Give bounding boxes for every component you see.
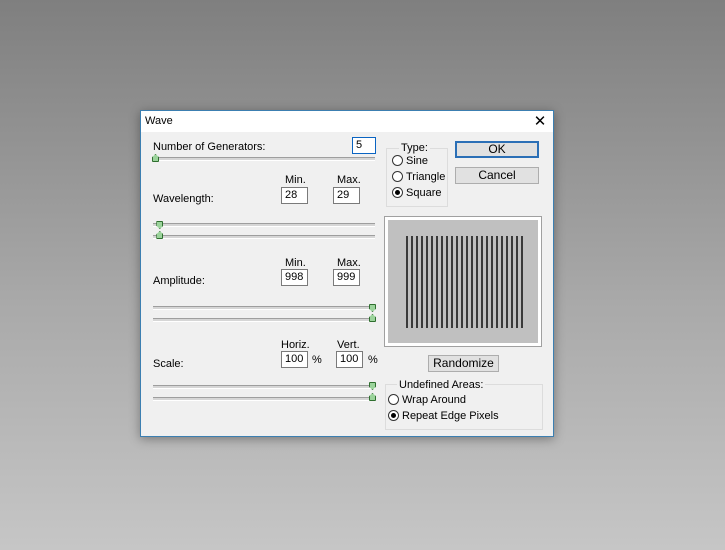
type-square-label[interactable]: Square bbox=[406, 187, 441, 199]
amplitude-min-slider-track[interactable] bbox=[153, 306, 375, 310]
wrap-around-label[interactable]: Wrap Around bbox=[402, 394, 466, 406]
wavelength-max-slider-thumb[interactable] bbox=[156, 231, 164, 239]
scale-vert-slider-track[interactable] bbox=[153, 397, 375, 401]
wavelength-label: Wavelength: bbox=[153, 193, 214, 205]
generators-input[interactable]: 5 bbox=[352, 137, 376, 154]
wavelength-min-input[interactable]: 28 bbox=[281, 187, 308, 204]
close-icon[interactable]: ✕ bbox=[532, 112, 548, 130]
wavelength-max-slider-track[interactable] bbox=[153, 235, 375, 239]
type-triangle-radio[interactable] bbox=[392, 171, 403, 182]
ok-button[interactable]: OK bbox=[455, 141, 539, 158]
type-sine-label[interactable]: Sine bbox=[406, 155, 428, 167]
amplitude-max-input[interactable]: 999 bbox=[333, 269, 360, 286]
type-label: Type: bbox=[399, 142, 430, 154]
amplitude-max-slider-thumb[interactable] bbox=[369, 314, 376, 322]
scale-vert-label: Vert. bbox=[337, 339, 360, 351]
amplitude-max-label: Max. bbox=[337, 257, 361, 269]
preview-square-wave-stripes bbox=[406, 236, 525, 328]
title-bar[interactable]: Wave ✕ bbox=[141, 111, 553, 132]
scale-label: Scale: bbox=[153, 358, 184, 370]
generators-slider-thumb[interactable] bbox=[152, 154, 159, 162]
scale-horiz-percent: % bbox=[312, 354, 322, 366]
wavelength-min-label: Min. bbox=[285, 174, 306, 186]
wavelength-min-slider-thumb[interactable] bbox=[156, 221, 164, 229]
scale-vert-percent: % bbox=[368, 354, 378, 366]
type-triangle-label[interactable]: Triangle bbox=[406, 171, 445, 183]
scale-vert-input[interactable]: 100 bbox=[336, 351, 363, 368]
randomize-button[interactable]: Randomize bbox=[428, 355, 499, 372]
dialog-title: Wave bbox=[145, 115, 173, 127]
cancel-button[interactable]: Cancel bbox=[455, 167, 539, 184]
amplitude-min-slider-thumb[interactable] bbox=[369, 304, 376, 312]
scale-horiz-label: Horiz. bbox=[281, 339, 310, 351]
type-square-radio[interactable] bbox=[392, 187, 403, 198]
preview-background bbox=[388, 220, 538, 343]
wavelength-min-slider-track[interactable] bbox=[153, 223, 375, 227]
scale-vert-slider-thumb[interactable] bbox=[369, 393, 376, 401]
undefined-areas-label: Undefined Areas: bbox=[397, 379, 486, 391]
amplitude-max-slider-track[interactable] bbox=[153, 318, 375, 322]
repeat-edge-pixels-label[interactable]: Repeat Edge Pixels bbox=[402, 410, 499, 422]
amplitude-min-input[interactable]: 998 bbox=[281, 269, 308, 286]
wave-dialog: Wave ✕ Number of Generators: 5 Min. Max.… bbox=[140, 110, 554, 437]
scale-horiz-slider-track[interactable] bbox=[153, 385, 375, 389]
repeat-edge-pixels-radio[interactable] bbox=[388, 410, 399, 421]
generators-label: Number of Generators: bbox=[153, 141, 266, 153]
type-sine-radio[interactable] bbox=[392, 155, 403, 166]
scale-horiz-input[interactable]: 100 bbox=[281, 351, 308, 368]
wave-preview bbox=[384, 216, 542, 347]
amplitude-label: Amplitude: bbox=[153, 275, 205, 287]
amplitude-min-label: Min. bbox=[285, 257, 306, 269]
generators-slider-track[interactable] bbox=[153, 157, 375, 161]
wavelength-max-label: Max. bbox=[337, 174, 361, 186]
wavelength-max-input[interactable]: 29 bbox=[333, 187, 360, 204]
wrap-around-radio[interactable] bbox=[388, 394, 399, 405]
